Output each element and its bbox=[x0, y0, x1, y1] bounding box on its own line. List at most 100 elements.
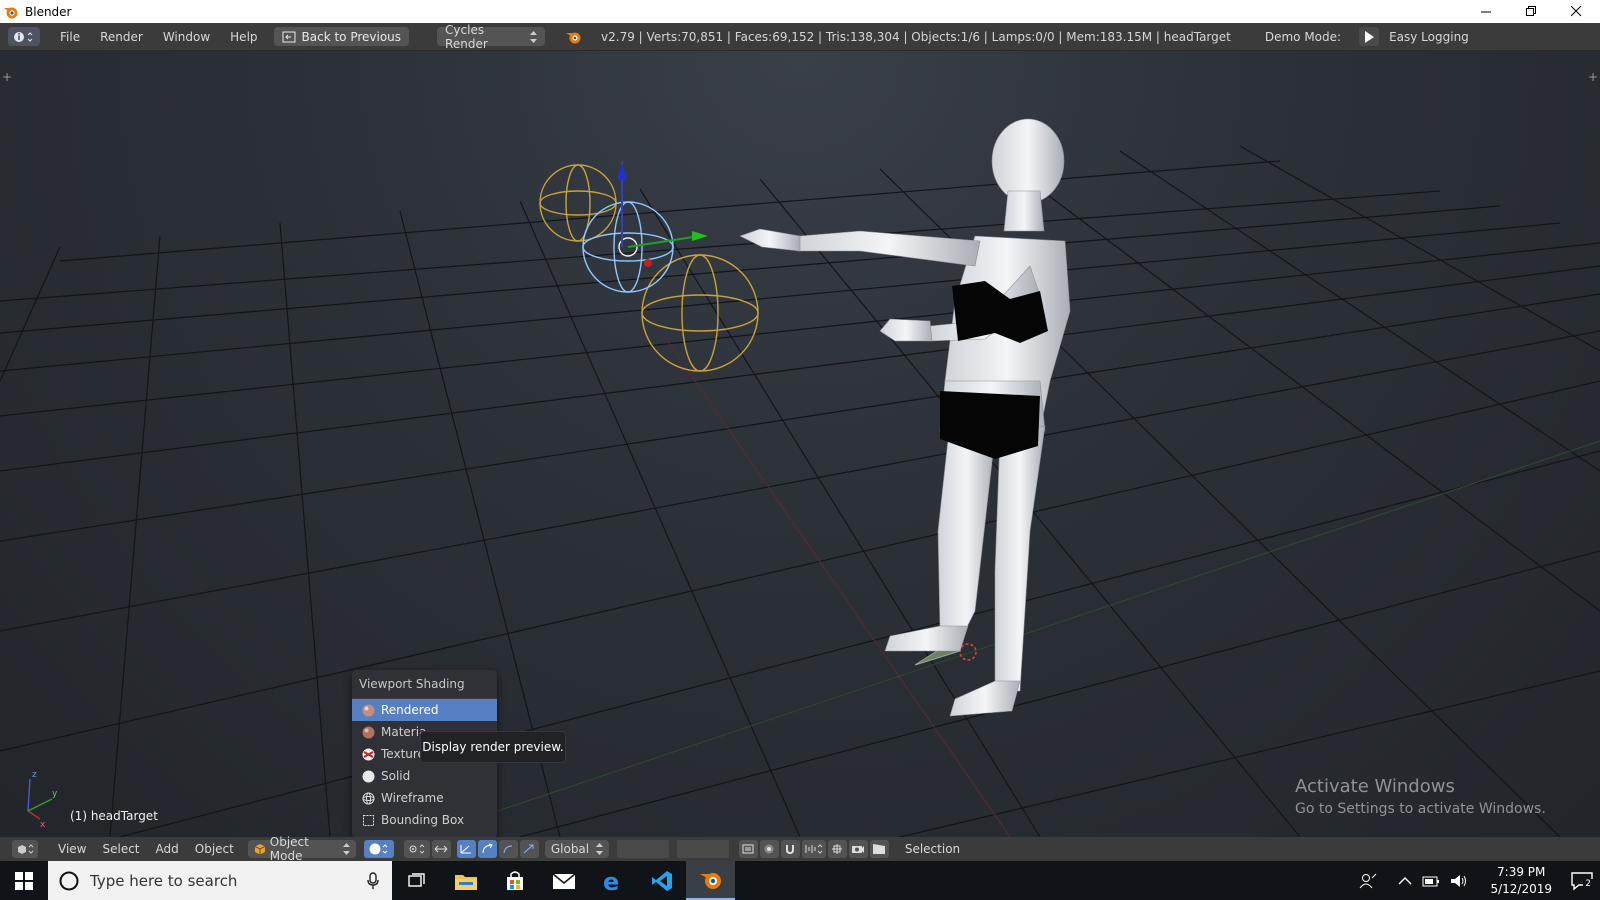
windows-taskbar: Type here to search e 7:39 PM 5/12/2019 … bbox=[0, 861, 1600, 900]
scene-layers-grid[interactable] bbox=[616, 840, 669, 858]
opengl-render-button[interactable] bbox=[848, 840, 868, 858]
easy-logging-label[interactable]: Easy Logging bbox=[1389, 30, 1469, 44]
shading-option-label: Solid bbox=[381, 769, 411, 783]
watermark-subtitle: Go to Settings to activate Windows. bbox=[1295, 801, 1546, 817]
taskbar-search-box[interactable]: Type here to search bbox=[48, 861, 392, 900]
texture-checker-icon bbox=[362, 748, 375, 760]
proportional-editing-button[interactable] bbox=[759, 840, 779, 858]
svg-text:e: e bbox=[603, 869, 619, 893]
selection-label: Selection bbox=[904, 842, 961, 856]
editor-type-3dview-button[interactable] bbox=[12, 840, 38, 858]
3d-view-header: View Select Add Object Object Mode Globa… bbox=[0, 835, 1600, 863]
demo-mode-label: Demo Mode: bbox=[1264, 29, 1342, 44]
3d-view-editor-icon bbox=[18, 844, 34, 854]
menu-select[interactable]: Select bbox=[94, 842, 147, 856]
interaction-mode-dropdown[interactable]: Object Mode bbox=[247, 835, 356, 863]
translate-manipulator-button[interactable] bbox=[456, 840, 476, 858]
menu-file[interactable]: File bbox=[50, 30, 90, 44]
task-view-icon bbox=[407, 872, 425, 887]
shading-option-label: Wireframe bbox=[381, 791, 444, 805]
mail-envelope-icon bbox=[552, 872, 575, 889]
menu-window[interactable]: Window bbox=[153, 30, 220, 44]
notification-count-badge: 2 bbox=[1583, 879, 1593, 889]
back-to-previous-label: Back to Previous bbox=[301, 29, 402, 44]
pivot-icon bbox=[409, 844, 425, 854]
scene-statistics: v2.79 | Verts:70,851 | Faces:69,152 | Tr… bbox=[601, 29, 1231, 44]
watermark-title: Activate Windows bbox=[1295, 776, 1455, 797]
lock-layers-button[interactable] bbox=[738, 840, 758, 858]
rotate-manipulator-button[interactable] bbox=[477, 840, 497, 858]
close-window-button[interactable] bbox=[1554, 0, 1599, 23]
snap-target-icon bbox=[832, 844, 843, 854]
render-engine-dropdown[interactable]: Cycles Render bbox=[437, 23, 546, 51]
scale-manipulator-button[interactable] bbox=[498, 840, 518, 858]
microphone-icon bbox=[367, 871, 379, 889]
search-placeholder: Type here to search bbox=[90, 871, 238, 890]
action-center-button[interactable]: 2 bbox=[1564, 861, 1600, 900]
transform-orientation-button[interactable] bbox=[519, 840, 539, 858]
restore-icon bbox=[1526, 6, 1536, 16]
system-tray: 7:39 PM 5/12/2019 2 bbox=[1358, 861, 1600, 900]
menu-view[interactable]: View bbox=[50, 842, 94, 856]
volume-icon[interactable] bbox=[1450, 873, 1468, 889]
vscode-button[interactable] bbox=[637, 861, 686, 900]
menu-object[interactable]: Object bbox=[187, 842, 242, 856]
window-title: Blender bbox=[25, 4, 72, 19]
dropdown-arrows-icon bbox=[530, 30, 538, 43]
viewport-scene: y z x + + bbox=[0, 70, 1600, 837]
info-icon bbox=[14, 31, 33, 42]
axis-y-label: y bbox=[52, 789, 58, 799]
viewport-shading-button[interactable] bbox=[363, 840, 394, 858]
render-engine-value: Cycles Render bbox=[445, 22, 488, 51]
manipulator-toggle-button[interactable] bbox=[431, 840, 451, 858]
store-button[interactable] bbox=[490, 861, 539, 900]
snap-element-dropdown[interactable] bbox=[801, 840, 826, 858]
corner-add-icon-right[interactable]: + bbox=[1588, 70, 1598, 84]
shading-option-rendered[interactable]: Rendered bbox=[352, 699, 497, 721]
restore-button[interactable] bbox=[1509, 0, 1554, 23]
start-button[interactable] bbox=[0, 861, 48, 900]
editor-type-selector[interactable] bbox=[8, 27, 40, 46]
camera-render-icon bbox=[852, 846, 865, 853]
blender-render-icon bbox=[566, 32, 581, 43]
blender-taskbar-button[interactable] bbox=[686, 861, 735, 900]
3d-viewport[interactable]: y z x + + (1) headTarget Activate Window… bbox=[0, 51, 1600, 837]
snap-toggle-button[interactable] bbox=[780, 840, 800, 858]
shading-option-bounding-box[interactable]: Bounding Box bbox=[352, 809, 497, 831]
shading-option-label: Rendered bbox=[381, 703, 439, 717]
magnet-icon bbox=[786, 845, 795, 855]
mail-button[interactable] bbox=[539, 861, 588, 900]
corner-add-icon[interactable]: + bbox=[2, 70, 12, 84]
chevron-up-icon[interactable] bbox=[1398, 876, 1412, 886]
blender-app-icon bbox=[699, 872, 721, 889]
blender-logo-icon bbox=[4, 7, 18, 18]
scene-layers-grid-2[interactable] bbox=[676, 840, 729, 858]
menu-render[interactable]: Render bbox=[90, 30, 153, 44]
proportional-edit-icon bbox=[764, 844, 774, 854]
head-target-gizmo bbox=[582, 161, 708, 293]
menu-help[interactable]: Help bbox=[220, 30, 267, 44]
wireframe-sphere-icon bbox=[362, 792, 375, 804]
dropdown-arrows-icon bbox=[595, 843, 603, 855]
minimize-button[interactable] bbox=[1464, 0, 1509, 23]
back-to-previous-button[interactable]: Back to Previous bbox=[273, 27, 410, 46]
edge-browser-button[interactable]: e bbox=[588, 861, 637, 900]
transform-orientation-dropdown[interactable]: Global bbox=[544, 840, 609, 858]
activate-windows-watermark: Activate Windows Go to Settings to activ… bbox=[1295, 776, 1546, 817]
pivot-point-button[interactable] bbox=[403, 840, 430, 858]
network-icon[interactable] bbox=[1422, 874, 1440, 888]
taskbar-clock[interactable]: 7:39 PM 5/12/2019 bbox=[1490, 864, 1552, 898]
menu-add[interactable]: Add bbox=[148, 842, 187, 856]
snap-target-button[interactable] bbox=[827, 840, 847, 858]
shading-option-wireframe[interactable]: Wireframe bbox=[352, 787, 497, 809]
people-icon[interactable] bbox=[1358, 872, 1378, 890]
clock-time: 7:39 PM bbox=[1497, 864, 1546, 879]
opengl-animation-button[interactable] bbox=[869, 840, 889, 858]
axis-z-label: z bbox=[32, 770, 37, 780]
task-view-button[interactable] bbox=[392, 861, 441, 900]
shading-option-solid[interactable]: Solid bbox=[352, 765, 497, 787]
snap-increment-icon bbox=[805, 844, 823, 854]
demo-play-button[interactable] bbox=[1359, 27, 1380, 46]
active-object-label: (1) headTarget bbox=[70, 809, 158, 823]
file-explorer-button[interactable] bbox=[441, 861, 490, 900]
